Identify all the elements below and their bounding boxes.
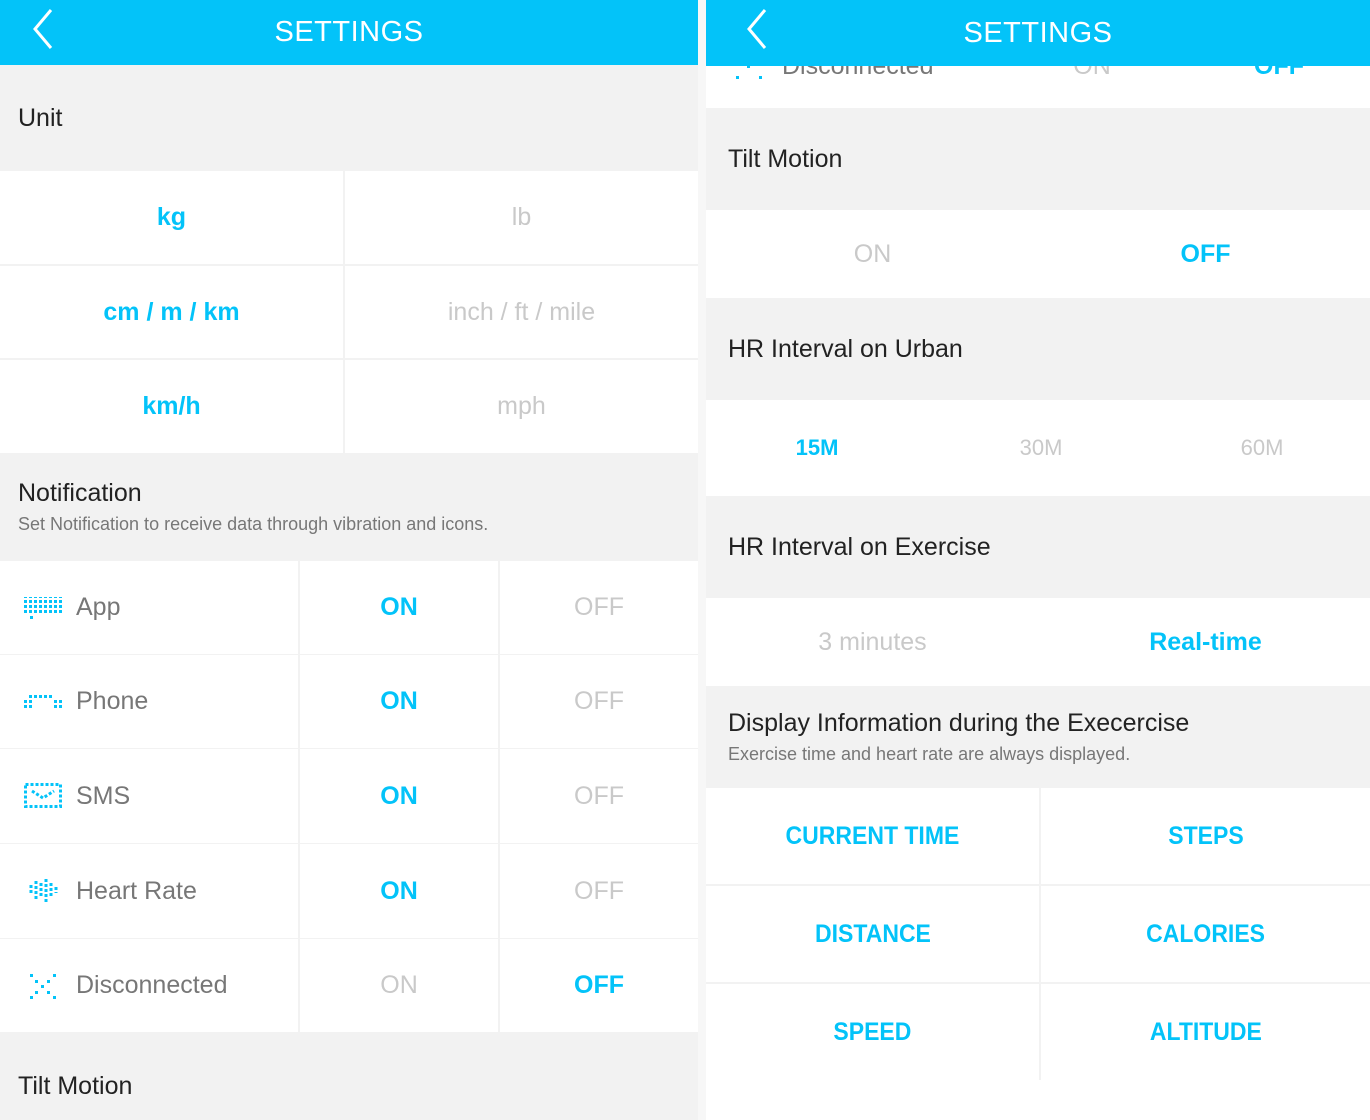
display-current-time-option[interactable]: CURRENT TIME: [706, 788, 1039, 884]
disconnected-on-button[interactable]: ON: [300, 939, 498, 1032]
unit-option-mph[interactable]: mph: [345, 360, 698, 453]
chevron-left-icon: [747, 9, 767, 49]
tilt-off-button[interactable]: OFF: [1041, 210, 1370, 298]
row-label: Phone: [76, 687, 149, 715]
section-title: Tilt Motion: [18, 1072, 133, 1100]
disconnected-off-button[interactable]: OFF: [500, 939, 698, 1032]
display-speed-option[interactable]: SPEED: [706, 984, 1039, 1080]
sms-on-button[interactable]: ON: [300, 749, 498, 843]
row-label: App: [76, 593, 121, 621]
section-title: HR Interval on Exercise: [728, 532, 991, 561]
sms-off-button[interactable]: OFF: [500, 749, 698, 843]
section-title: Unit: [18, 103, 63, 132]
row-label: Disconnected: [76, 971, 228, 999]
unit-option-metric-distance[interactable]: cm / m / km: [0, 266, 343, 358]
row-label: Heart Rate: [76, 876, 197, 905]
hr-exercise-realtime-option[interactable]: Real-time: [1041, 598, 1370, 686]
unit-section-header: Unit: [0, 65, 698, 171]
app-on-button[interactable]: ON: [300, 561, 498, 654]
tilt-motion-section-header: Tilt Motion: [0, 1033, 698, 1120]
display-calories-option[interactable]: CALORIES: [1041, 886, 1370, 982]
display-distance-option[interactable]: DISTANCE: [706, 886, 1039, 982]
notification-row-sms: SMS: [0, 749, 298, 843]
section-title: Display Information during the Execercis…: [728, 709, 1190, 737]
heart-rate-off-button[interactable]: OFF: [500, 844, 698, 938]
notification-row-phone: Phone: [0, 655, 298, 748]
hr-urban-60m-option[interactable]: 60M: [1154, 400, 1370, 496]
section-subtitle: Set Notification to receive data through…: [18, 513, 489, 534]
heart-rate-dot-icon: [29, 879, 58, 903]
unit-option-imperial-distance[interactable]: inch / ft / mile: [345, 266, 698, 358]
display-info-section-header: Display Information during the Execercis…: [706, 686, 1370, 788]
display-steps-option[interactable]: STEPS: [1041, 788, 1370, 884]
unit-option-kg[interactable]: kg: [0, 171, 343, 264]
row-label: SMS: [76, 781, 131, 810]
phone-off-button[interactable]: OFF: [500, 655, 698, 748]
settings-screen-right: SETTINGS Disconnected ON OFF Tilt Motion…: [706, 0, 1370, 1120]
phone-dot-icon: [24, 694, 62, 708]
unit-option-kmh[interactable]: km/h: [0, 360, 343, 453]
back-button[interactable]: [32, 8, 54, 58]
phone-on-button[interactable]: ON: [300, 655, 498, 748]
section-subtitle: Exercise time and heart rate are always …: [728, 744, 1131, 764]
unit-option-lb[interactable]: lb: [345, 171, 698, 264]
hr-urban-15m-option[interactable]: 15M: [706, 400, 928, 496]
settings-screen-left: SETTINGS Unit kg lb cm / m / km inch / f…: [0, 0, 698, 1120]
chevron-left-icon: [33, 8, 53, 49]
page-title: SETTINGS: [963, 16, 1113, 49]
app-header: SETTINGS: [706, 0, 1370, 66]
notification-row-heart-rate: Heart Rate: [0, 844, 298, 938]
app-dot-icon: [24, 596, 62, 619]
hr-exercise-section-header: HR Interval on Exercise: [706, 496, 1370, 598]
app-off-button[interactable]: OFF: [500, 561, 698, 654]
disconnected-dot-icon: [30, 973, 56, 999]
hr-urban-30m-option[interactable]: 30M: [930, 400, 1152, 496]
notification-row-app: App: [0, 561, 298, 654]
section-title: HR Interval on Urban: [728, 334, 963, 363]
tilt-on-button[interactable]: ON: [706, 210, 1039, 298]
back-button[interactable]: [746, 8, 768, 58]
heart-rate-on-button[interactable]: ON: [300, 844, 498, 938]
hr-exercise-3min-option[interactable]: 3 minutes: [706, 598, 1039, 686]
app-header: SETTINGS: [0, 0, 698, 65]
notification-row-disconnected: Disconnected: [0, 939, 298, 1032]
page-title: SETTINGS: [274, 16, 424, 48]
notification-section-header: Notification Set Notification to receive…: [0, 453, 698, 560]
display-altitude-option[interactable]: ALTITUDE: [1041, 984, 1370, 1080]
tilt-motion-section-header: Tilt Motion: [706, 108, 1370, 210]
section-title: Notification: [18, 478, 142, 507]
sms-dot-icon: [24, 783, 62, 808]
section-title: Tilt Motion: [728, 144, 843, 173]
hr-urban-section-header: HR Interval on Urban: [706, 298, 1370, 400]
